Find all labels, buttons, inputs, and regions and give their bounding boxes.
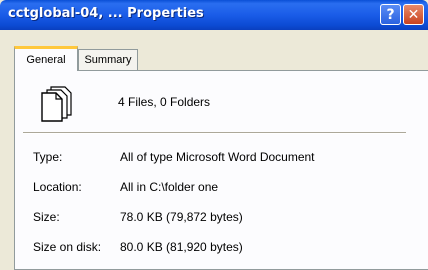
property-row-size-on-disk: Size on disk: 80.0 KB (81,920 bytes)	[15, 240, 415, 256]
file-count-summary: 4 Files, 0 Folders	[118, 95, 211, 109]
type-label: Type:	[33, 150, 63, 164]
close-icon: ✕	[407, 6, 420, 23]
general-panel: 4 Files, 0 Folders Type: All of type Mic…	[14, 70, 428, 270]
help-icon: ?	[386, 6, 395, 23]
location-value: All in C:\folder one	[120, 180, 219, 194]
size-label: Size:	[33, 210, 60, 224]
type-value: All of type Microsoft Word Document	[120, 150, 315, 164]
size-value: 78.0 KB (79,872 bytes)	[120, 210, 243, 224]
location-label: Location:	[33, 180, 82, 194]
property-row-type: Type: All of type Microsoft Word Documen…	[15, 150, 415, 166]
property-row-size: Size: 78.0 KB (79,872 bytes)	[15, 210, 415, 226]
help-button[interactable]: ?	[380, 4, 401, 25]
tab-summary[interactable]: Summary	[78, 49, 138, 70]
close-button[interactable]: ✕	[403, 4, 424, 25]
divider	[23, 132, 406, 134]
property-row-location: Location: All in C:\folder one	[15, 180, 415, 196]
window-title: cctglobal-04, ... Properties	[8, 6, 204, 21]
title-bar[interactable]: cctglobal-04, ... Properties ? ✕	[0, 0, 428, 30]
multiple-files-icon	[41, 86, 72, 122]
tab-general[interactable]: General	[14, 46, 78, 71]
size-on-disk-value: 80.0 KB (81,920 bytes)	[120, 240, 243, 254]
size-on-disk-label: Size on disk:	[33, 240, 102, 254]
